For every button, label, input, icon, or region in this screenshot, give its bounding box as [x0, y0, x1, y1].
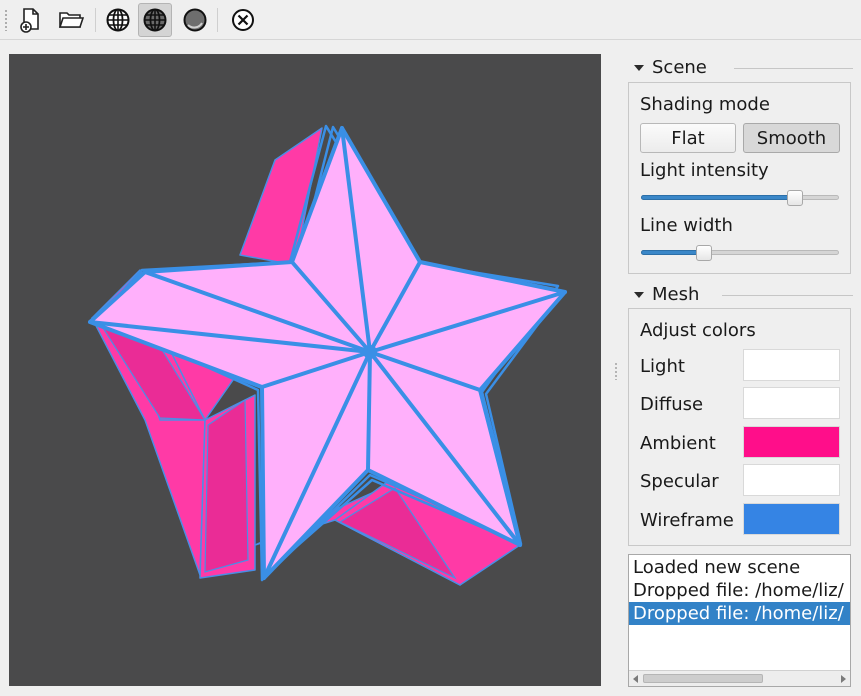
- flat-shading-button[interactable]: Flat: [640, 123, 736, 153]
- smooth-shading-button[interactable]: Smooth: [743, 123, 840, 153]
- solid-sphere-icon: [183, 8, 207, 32]
- scrollbar-thumb[interactable]: [643, 674, 763, 683]
- adjust-colors-label: Adjust colors: [640, 320, 756, 341]
- diffuse-color-label: Diffuse: [640, 394, 704, 415]
- mesh-section-header[interactable]: Mesh: [628, 284, 853, 306]
- log-horizontal-scrollbar[interactable]: [629, 670, 850, 686]
- new-file-icon: [20, 8, 39, 33]
- toolbar-separator: [217, 8, 218, 32]
- mesh-group: Adjust colors Light Diffuse Ambient Spec…: [628, 308, 851, 546]
- star-center-vertex: [363, 345, 377, 359]
- ambient-color-label: Ambient: [640, 433, 716, 454]
- 3d-viewport[interactable]: [9, 54, 601, 686]
- close-circle-icon: [232, 9, 254, 31]
- toolbar-separator: [95, 8, 96, 32]
- shading-mode-label: Shading mode: [640, 94, 770, 115]
- light-intensity-label: Light intensity: [640, 160, 769, 181]
- light-intensity-slider[interactable]: [641, 190, 839, 206]
- wireframe-globe-icon: [106, 8, 130, 32]
- collapse-arrow-icon: [634, 292, 644, 298]
- scene-section-header[interactable]: Scene: [628, 57, 853, 79]
- panel-splitter[interactable]: [614, 362, 618, 380]
- toolbar: [0, 0, 861, 40]
- new-file-button[interactable]: [14, 3, 48, 37]
- line-width-label: Line width: [640, 215, 733, 236]
- specular-color-label: Specular: [640, 471, 719, 492]
- mesh-title: Mesh: [652, 284, 700, 305]
- ambient-color-swatch[interactable]: [743, 426, 840, 458]
- scene-title: Scene: [652, 57, 707, 78]
- light-color-swatch[interactable]: [743, 349, 840, 381]
- open-folder-button[interactable]: [54, 3, 88, 37]
- log-item[interactable]: Dropped file: /home/liz/: [629, 579, 850, 602]
- log-item-selected[interactable]: Dropped file: /home/liz/: [629, 602, 850, 625]
- specular-color-swatch[interactable]: [743, 464, 840, 496]
- log-list[interactable]: Loaded new scene Dropped file: /home/liz…: [628, 554, 851, 687]
- slider-fill: [641, 195, 796, 200]
- scene-group: Shading mode Flat Smooth Light intensity…: [628, 82, 851, 274]
- slider-fill: [641, 250, 705, 255]
- wireframe-color-swatch[interactable]: [743, 503, 840, 535]
- wireframe-color-label: Wireframe: [640, 510, 734, 531]
- clear-scene-button[interactable]: [226, 3, 260, 37]
- log-item[interactable]: Loaded new scene: [629, 556, 850, 579]
- collapse-arrow-icon: [634, 65, 644, 71]
- slider-handle[interactable]: [696, 245, 713, 261]
- diffuse-color-swatch[interactable]: [743, 387, 840, 419]
- section-divider: [734, 68, 853, 69]
- wireframe-button[interactable]: [101, 3, 135, 37]
- open-folder-icon: [58, 12, 84, 28]
- star-mesh-render: [88, 124, 567, 586]
- light-color-label: Light: [640, 356, 685, 377]
- scroll-right-icon[interactable]: [841, 675, 846, 683]
- section-divider: [722, 295, 853, 296]
- solid-shading-button[interactable]: [178, 3, 212, 37]
- wireframe-overlay-button[interactable]: [138, 3, 172, 37]
- line-width-slider[interactable]: [641, 245, 839, 261]
- wireframe-overlay-icon: [143, 8, 167, 32]
- scroll-left-icon[interactable]: [633, 675, 638, 683]
- toolbar-grip[interactable]: [4, 9, 8, 31]
- slider-handle[interactable]: [787, 190, 804, 206]
